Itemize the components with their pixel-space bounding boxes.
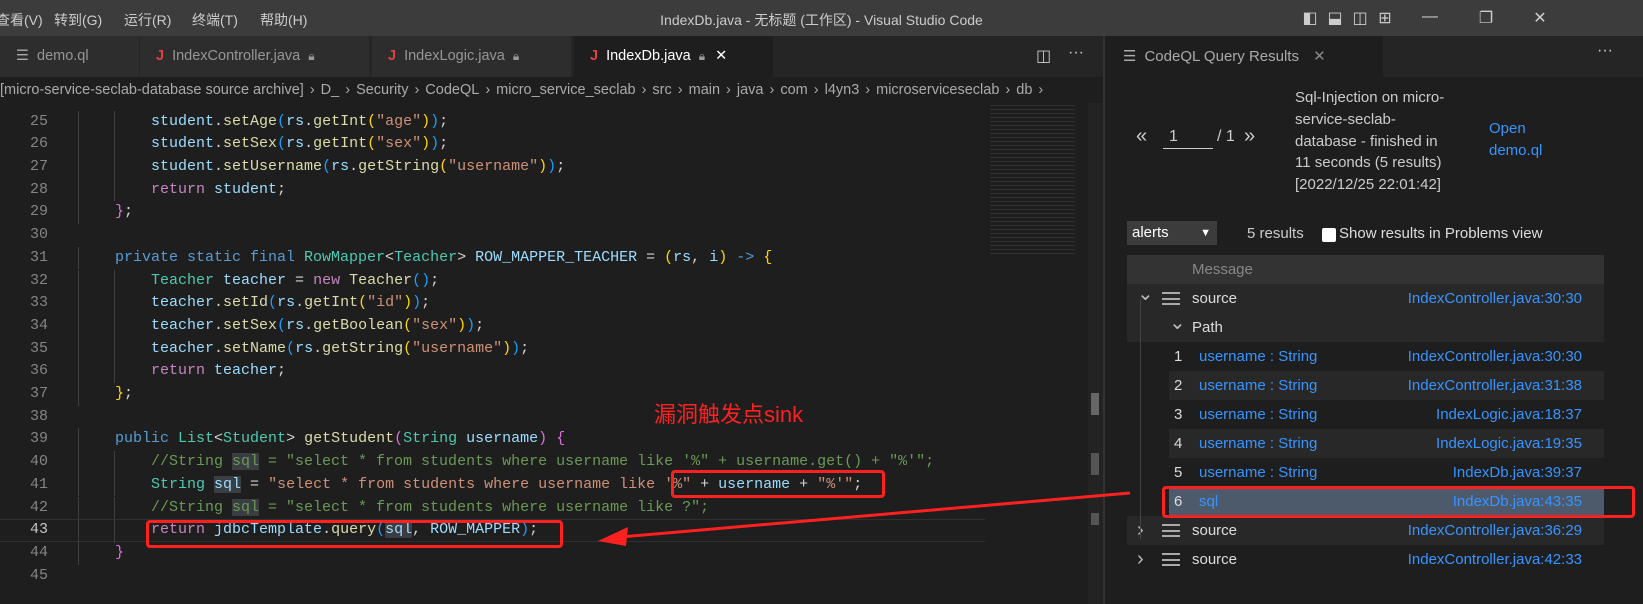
annotation-arrow (598, 491, 1131, 546)
